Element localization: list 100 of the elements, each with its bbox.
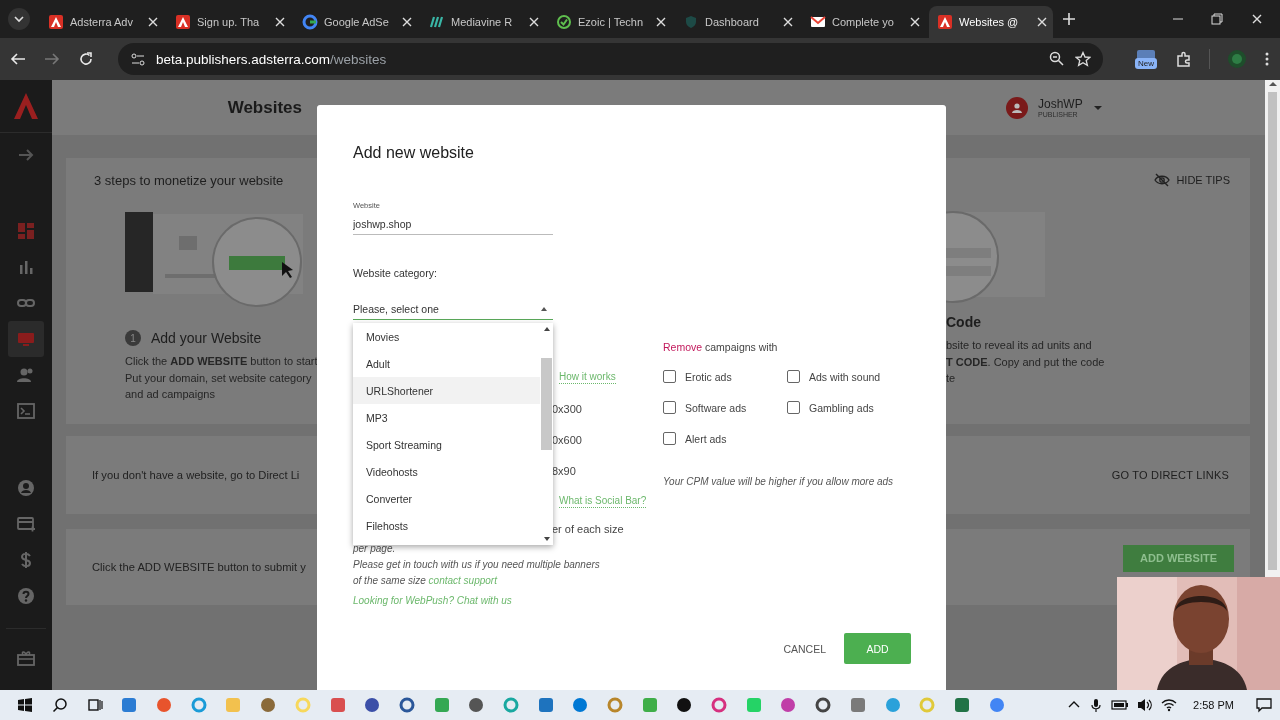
close-icon[interactable] [273,15,287,29]
note-text: of the same size contact support [353,574,499,588]
reload-icon[interactable] [78,51,94,67]
dropdown-option[interactable]: Videohosts [353,458,540,485]
dropdown-option[interactable]: Sport Streaming [353,431,540,458]
help-icon [16,586,36,606]
dropdown-option[interactable]: Adult [353,350,540,377]
dropdown-option[interactable]: MP3 [353,404,540,431]
category-select[interactable]: Please, select one [353,299,553,320]
app-icon[interactable] [675,696,694,714]
checkbox-label: Ads with sound [809,370,881,383]
checkbox[interactable] [663,401,676,414]
microphone-icon[interactable] [1089,698,1104,712]
speaker-icon[interactable] [1137,697,1154,713]
grid-icon [16,221,36,241]
step-description: Click the ADD WEBSITE button to start Put your domain, set website category and ad campaigns [125,354,317,402]
tile-icon [175,14,191,30]
size-text: 0x600 [552,433,582,446]
scroll-down-icon[interactable] [542,536,551,542]
scrollbar-thumb[interactable] [541,358,552,450]
dropdown-option[interactable]: Filehosts [353,512,540,539]
note-text: per page. [353,542,397,556]
scroll-up-icon[interactable] [542,326,551,332]
step-title: Code [946,314,982,330]
size-text: 8x90 [552,464,576,477]
checkbox[interactable] [663,432,676,445]
close-icon[interactable] [908,15,922,29]
chevron-down-icon [13,13,25,25]
checkbox-label: Alert ads [685,432,727,445]
app-icon[interactable] [397,696,416,714]
dropdown-option[interactable]: Movies [353,323,540,350]
star-icon[interactable] [1075,51,1091,67]
restrictions-label: Remove campaigns with [663,340,779,355]
hint-text: Your CPM value will be higher if you allow more ads [663,475,895,489]
browser-tab[interactable]: Dashboard [675,6,799,38]
cancel-button[interactable]: CANCEL [783,634,826,663]
avatar-icon[interactable] [1006,96,1028,119]
close-icon[interactable] [781,15,795,29]
close-icon[interactable] [146,15,160,29]
dropdown-option[interactable]: Converter [353,485,540,512]
terminal-icon [16,401,36,421]
step-description: bsite to reveal its ad units and T CODE. Copy and put the code te [946,338,1106,386]
zoom-out-icon[interactable] [1049,51,1065,67]
plus-icon[interactable] [1062,12,1076,26]
address-bar[interactable]: beta.publishers.adsterra.com/websites [118,43,1103,75]
tile-icon [48,14,64,30]
task-view-icon[interactable] [86,697,103,713]
wifi-icon[interactable] [1161,697,1178,713]
forward-icon[interactable] [44,51,60,67]
checkbox[interactable] [787,370,800,383]
hide-tips-button[interactable]: HIDE TIPS [1154,158,1250,188]
app-icon[interactable] [363,696,382,714]
shield-icon [683,14,699,30]
browser-tab[interactable]: Websites @ [929,6,1053,38]
ring-icon [302,14,318,30]
puzzle-icon[interactable] [1175,51,1191,67]
restore-icon[interactable] [1211,13,1223,25]
close-icon[interactable] [527,15,541,29]
step-number: 1 [125,330,141,346]
dialog-title: Add new website [353,143,475,163]
browser-tab[interactable]: Ezoic | Techn [548,6,672,38]
sliders-icon[interactable] [130,52,146,66]
checkbox[interactable] [663,370,676,383]
close-icon[interactable] [1035,15,1049,29]
browser-tab[interactable]: Complete yo [802,6,926,38]
caret-up-icon [540,305,548,313]
category-label: Website category: [353,267,437,279]
browser-tab[interactable]: Google AdSe [294,6,418,38]
browser-tab[interactable]: Mediavine R [421,6,545,38]
notification-icon[interactable] [1256,697,1272,713]
step-title: Add your Website [151,330,262,346]
windows-icon[interactable] [17,697,34,713]
close-icon[interactable] [400,15,414,29]
search-icon[interactable] [52,697,69,713]
app-icon[interactable] [814,696,833,714]
direct-links-link[interactable]: GO TO DIRECT LINKS [1111,469,1229,481]
user-name[interactable]: JoshWP [1038,97,1083,111]
clock-text[interactable]: 2:58 PM [1193,699,1234,711]
envelope-icon [810,14,826,30]
page-title: Websites [227,97,302,118]
submit-text: Click the ADD WEBSITE button to submit y [91,561,306,573]
tips-title: 3 steps to monetize your website [93,172,285,190]
checkbox[interactable] [787,401,800,414]
caret-down-icon[interactable] [1092,103,1103,112]
size-text: 0x300 [552,402,582,415]
app-icon[interactable] [467,696,486,714]
browser-tab[interactable]: Adsterra Adv [40,6,164,38]
close-icon[interactable] [654,15,668,29]
person-icon [1011,101,1023,114]
battery-icon[interactable] [1111,697,1130,713]
dropdown-option[interactable]: URLShortener [353,377,540,404]
browser-tab[interactable]: Sign up. Tha [167,6,291,38]
profile-avatar-icon[interactable] [1228,50,1246,68]
close-icon[interactable] [1250,12,1264,26]
tile-icon [937,14,953,30]
size-text: er of each size [552,523,624,535]
back-icon[interactable] [10,51,26,67]
note-text: Please get in touch with us if you need multiple banners [353,558,601,572]
more-icon[interactable] [1264,51,1270,67]
tab-search-button[interactable] [8,8,30,30]
